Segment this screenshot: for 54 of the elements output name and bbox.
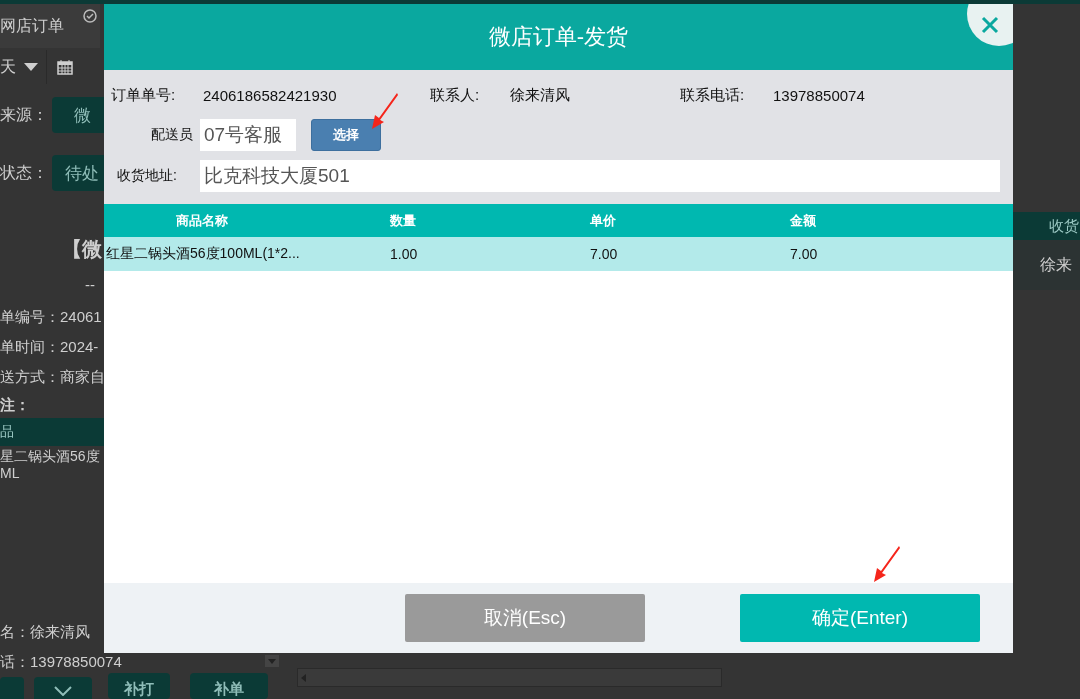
calendar-icon[interactable] — [57, 59, 73, 75]
table-cell-text: 徐来 — [1040, 254, 1072, 275]
table-cell-text: 7.00 — [790, 246, 819, 262]
column-header: 单价 — [590, 211, 617, 230]
info-label: 订单单号: — [111, 85, 176, 105]
info-label: 联系人: — [430, 85, 480, 105]
date-dropdown[interactable]: 天 — [0, 50, 47, 84]
scrollbar[interactable] — [297, 668, 722, 687]
column-header: 商品名称 — [175, 211, 229, 230]
table-cell-text: 7.00 — [590, 246, 619, 262]
side-button[interactable] — [0, 677, 24, 699]
close-icon — [981, 16, 999, 34]
remark-label: 注： — [0, 395, 30, 415]
filter-label: 来源： — [0, 104, 48, 125]
expand-button[interactable] — [34, 677, 92, 699]
column-header: 数量 — [390, 211, 417, 230]
address-label: 收货地址: — [117, 167, 177, 185]
action-button[interactable]: 补单 — [190, 673, 268, 699]
table-cell-text: 1.00 — [390, 246, 419, 262]
filter-label: 状态： — [0, 162, 48, 183]
items-header-text: 品 — [0, 423, 14, 441]
courier-label: 配送员 — [151, 126, 193, 144]
tab-title: 网店订单 — [0, 15, 64, 36]
arrow-icon — [872, 545, 902, 583]
column-header: 收货 — [1049, 216, 1079, 236]
column-header: 金额 — [790, 211, 817, 230]
contact-text: 话：13978850074 — [0, 652, 122, 672]
dialog-title: 微店订单-发货 — [104, 4, 1013, 70]
order-field: 送方式：商家自 — [0, 367, 105, 387]
courier-field[interactable]: 07号客服 — [200, 119, 296, 151]
arrow-icon — [370, 92, 400, 130]
item-text: 星二锅头酒56度 — [0, 448, 101, 465]
check-icon — [82, 8, 98, 24]
order-field: 单时间：2024- — [0, 337, 99, 357]
order-status: -- — [85, 275, 95, 293]
order-card-title: 【微 — [62, 236, 102, 262]
info-label: 联系电话: — [680, 85, 745, 105]
action-button[interactable]: 补打 — [108, 673, 170, 699]
table-row[interactable]: 红星二锅头酒56度100ML(1*2... 1.00 7.00 7.00 — [104, 237, 1013, 271]
tab[interactable]: 网店订单 — [0, 4, 100, 48]
chevron-down-icon — [54, 686, 72, 696]
table-row[interactable]: 徐来 — [1013, 240, 1080, 290]
contact-text: 名：徐来清风 — [0, 622, 90, 642]
order-field: 单编号：24061 — [0, 307, 102, 327]
item-text: ML — [0, 465, 21, 482]
caret-icon — [24, 63, 38, 71]
date-text: 天 — [0, 56, 16, 77]
info-value: 2406186582421930 — [203, 86, 337, 104]
table-cell-text: 红星二锅头酒56度100ML(1*2... — [105, 245, 301, 263]
address-field[interactable]: 比克科技大厦501 — [200, 160, 1000, 192]
info-value: 13978850074 — [773, 86, 865, 104]
dropdown-arrow-icon[interactable] — [265, 655, 279, 667]
select-button[interactable]: 选择 — [311, 119, 381, 151]
info-value: 徐来清风 — [510, 85, 570, 105]
